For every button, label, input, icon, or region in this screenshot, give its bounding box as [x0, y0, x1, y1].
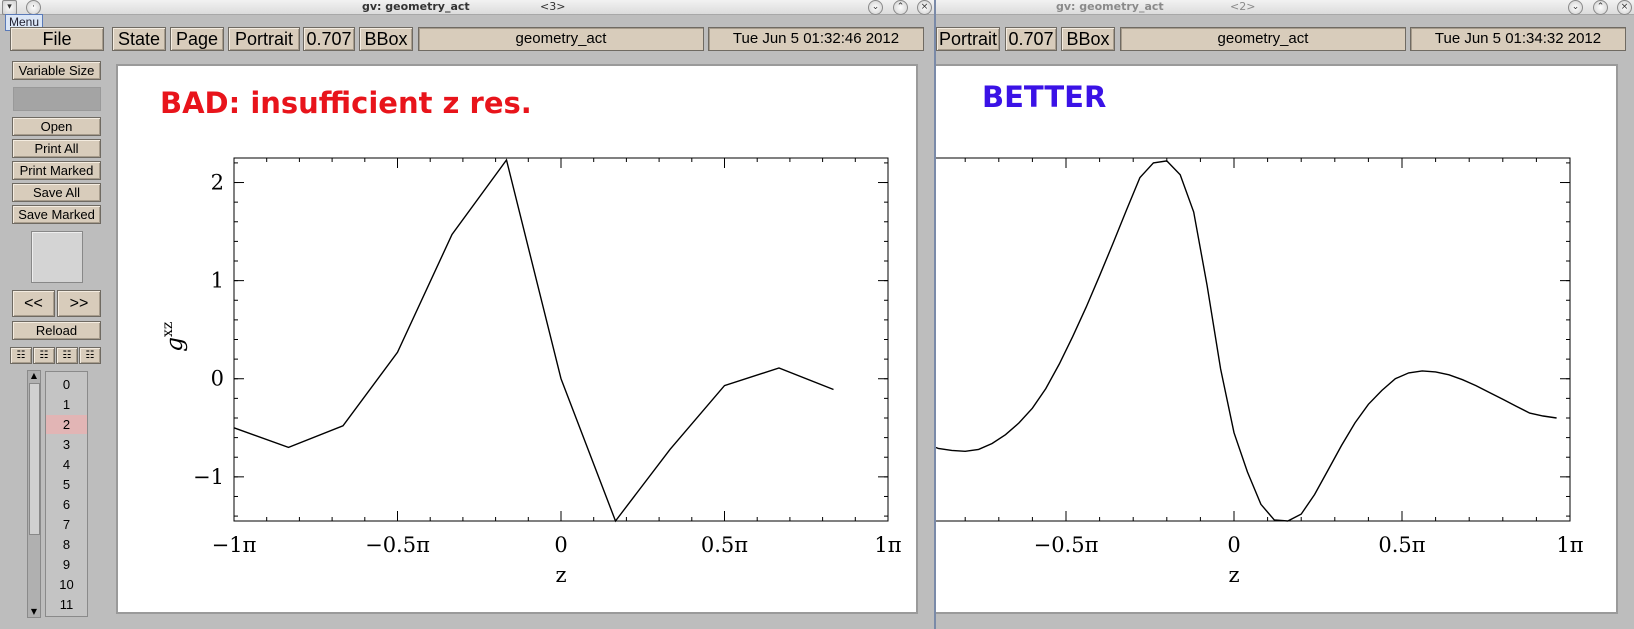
x-tick-label: 0.5π — [701, 533, 748, 557]
scroll-up-icon[interactable]: ▲ — [28, 371, 40, 381]
mark-even-icon[interactable]: ☷ — [33, 347, 55, 364]
page-indicator: <2> — [1230, 0, 1256, 13]
page-list-item[interactable]: 1 — [46, 395, 87, 414]
x-tick-label: 0 — [554, 533, 567, 557]
state-button[interactable]: State — [112, 27, 166, 51]
page-list-item[interactable]: 0 — [46, 375, 87, 394]
gv-window-left: ▾ · gv: geometry_act <3> ⌄ ⌃ × Menu File… — [0, 0, 936, 629]
window-title: gv: geometry_act — [362, 0, 470, 13]
y-tick-label: 0 — [211, 367, 224, 391]
x-tick-label: 0.5π — [1378, 533, 1425, 557]
title-bar[interactable]: ▾ · gv: geometry_act <3> ⌄ ⌃ × — [0, 0, 934, 15]
y-axis-label-sup: xz — [160, 322, 176, 337]
toggle-current-icon[interactable]: ☷ — [56, 347, 78, 364]
scale-button[interactable]: 0.707 — [303, 27, 355, 51]
reload-button[interactable]: Reload — [12, 321, 101, 340]
x-tick-label: −0.5π — [365, 533, 430, 557]
page-list-item[interactable]: 4 — [46, 455, 87, 474]
gv-window-right: gv: geometry_act <2> ⌄ ⌃ × Portrait 0.70… — [936, 0, 1634, 629]
x-axis-label: z — [555, 563, 566, 587]
x-tick-label: −0.5π — [1034, 533, 1099, 557]
window-menu-icon[interactable]: ▾ — [2, 0, 17, 15]
page-list-item[interactable]: 9 — [46, 555, 87, 574]
page-list-item[interactable]: 3 — [46, 435, 87, 454]
page-list-item[interactable]: 10 — [46, 575, 87, 594]
window-title: gv: geometry_act — [1056, 0, 1164, 13]
y-tick-label: 2 — [211, 171, 224, 195]
filename-field: geometry_act — [418, 27, 704, 51]
filename-field: geometry_act — [1120, 27, 1406, 51]
y-tick-label: 1 — [211, 269, 224, 293]
variable-size-button[interactable]: Variable Size — [12, 61, 101, 80]
date-field: Tue Jun 5 01:32:46 2012 — [708, 27, 924, 51]
page-list-item[interactable]: 7 — [46, 515, 87, 534]
title-bar[interactable]: gv: geometry_act <2> ⌄ ⌃ × — [936, 0, 1634, 15]
page-list-item[interactable]: 11 — [46, 595, 87, 614]
page-list-scrollbar[interactable]: ▲ ▼ — [27, 370, 41, 618]
chevron-down-icon[interactable]: ⌄ — [1568, 0, 1583, 15]
x-tick-label: 0 — [1227, 533, 1240, 557]
bbox-button[interactable]: BBox — [359, 27, 413, 51]
unmark-all-icon[interactable]: ☷ — [79, 347, 101, 364]
chevron-up-icon[interactable]: ⌃ — [1593, 0, 1608, 15]
y-tick-label: −1 — [193, 465, 224, 489]
file-button[interactable]: File — [10, 27, 104, 51]
chart-right: 1π−0.5π00.5π1πz — [936, 157, 1584, 587]
page-button[interactable]: Page — [170, 27, 224, 51]
x-axis-label: z — [1228, 563, 1239, 587]
scale-button[interactable]: 0.707 — [1005, 27, 1057, 51]
page-canvas[interactable]: BAD: insufficient z res. −1π −0.5π 0 0.5π 1π… — [116, 64, 918, 614]
x-tick-label: 1π — [874, 533, 901, 557]
page-list-item-selected[interactable]: 2 — [46, 415, 87, 434]
scroll-down-icon[interactable]: ▼ — [28, 607, 40, 617]
y-axis-label-main: g — [162, 337, 188, 352]
panner[interactable] — [31, 231, 83, 283]
close-icon[interactable]: × — [1617, 0, 1632, 15]
date-field: Tue Jun 5 01:34:32 2012 — [1410, 27, 1626, 51]
series-line — [233, 158, 834, 523]
page-canvas[interactable]: BETTER 1π−0.5π00.5π1πz — [936, 64, 1618, 614]
scroll-thumb[interactable] — [29, 383, 40, 535]
series-line — [936, 160, 1557, 522]
zoom-slot — [13, 87, 101, 111]
save-marked-button[interactable]: Save Marked — [12, 205, 101, 224]
orientation-button[interactable]: Portrait — [936, 27, 1000, 51]
open-button[interactable]: Open — [12, 117, 101, 136]
plot-frame — [936, 157, 1571, 522]
page-list: 0 1 2 3 4 5 6 7 8 9 10 11 — [45, 371, 88, 617]
close-icon[interactable]: × — [917, 0, 932, 15]
y-axis-label: gxz — [160, 322, 188, 352]
orientation-button[interactable]: Portrait — [228, 27, 300, 51]
save-all-button[interactable]: Save All — [12, 183, 101, 202]
x-tick-label: 1π — [1556, 533, 1583, 557]
next-page-button[interactable]: >> — [57, 290, 101, 317]
minimize-dot-icon[interactable]: · — [26, 0, 41, 15]
chevron-down-icon[interactable]: ⌄ — [868, 0, 883, 15]
print-marked-button[interactable]: Print Marked — [12, 161, 101, 180]
chart-left: −1π −0.5π 0 0.5π 1π −1 0 1 2 z gxz — [160, 157, 902, 587]
page-list-item[interactable]: 8 — [46, 535, 87, 554]
mark-odd-icon[interactable]: ☷ — [10, 347, 32, 364]
page-indicator: <3> — [540, 0, 566, 13]
print-all-button[interactable]: Print All — [12, 139, 101, 158]
chevron-up-icon[interactable]: ⌃ — [893, 0, 908, 15]
mark-buttons-row: ☷ ☷ ☷ ☷ — [10, 347, 102, 364]
page-list-item[interactable]: 6 — [46, 495, 87, 514]
prev-page-button[interactable]: << — [12, 290, 55, 317]
page-list-item[interactable]: 5 — [46, 475, 87, 494]
plot-frame — [233, 157, 889, 522]
x-tick-label: −1π — [212, 533, 257, 557]
bbox-button[interactable]: BBox — [1061, 27, 1115, 51]
